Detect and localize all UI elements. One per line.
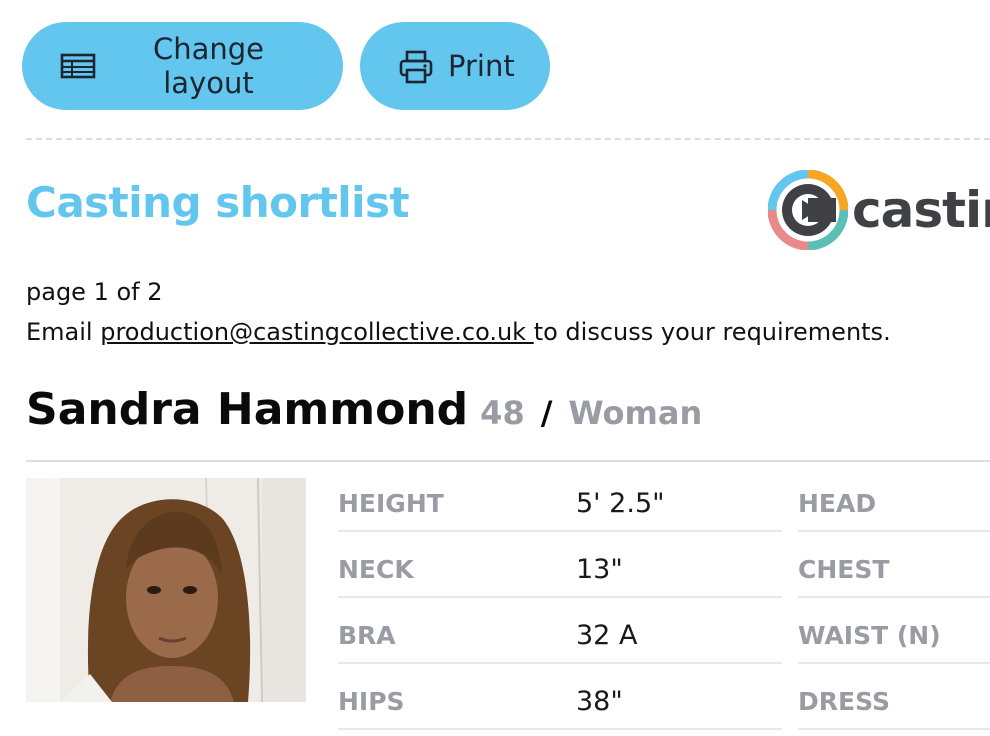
stat-value: 5' 2.5" bbox=[576, 487, 665, 519]
page-indicator: page 1 of 2 bbox=[26, 278, 163, 306]
table-icon bbox=[60, 50, 96, 82]
contact-suffix: to discuss your requirements. bbox=[533, 318, 891, 346]
stat-label: HIPS bbox=[338, 686, 405, 716]
change-layout-button[interactable]: Change layout bbox=[22, 22, 343, 110]
person-heading: Sandra Hammond 48 / Woman bbox=[26, 384, 702, 435]
person-age: 48 bbox=[480, 394, 525, 432]
stat-label: HEIGHT bbox=[338, 488, 444, 518]
casting-logo: castin bbox=[768, 170, 990, 250]
toolbar: Change layout Print bbox=[22, 22, 550, 110]
section-divider bbox=[26, 460, 990, 462]
measurements-table: HEIGHT 5' 2.5" HEAD NECK 13" CHEST BRA 3… bbox=[338, 472, 990, 736]
table-row: NECK 13" CHEST bbox=[338, 538, 990, 604]
person-name: Sandra Hammond bbox=[26, 384, 469, 435]
stat-value: 13" bbox=[576, 553, 623, 585]
stat-label: NECK bbox=[338, 554, 414, 584]
profile-photo bbox=[26, 478, 306, 702]
page-title: Casting shortlist bbox=[26, 178, 410, 227]
stat-label: CHEST bbox=[798, 554, 890, 584]
stat-value: 38" bbox=[576, 685, 623, 717]
meta-info: page 1 of 2 Email production@castingcoll… bbox=[26, 272, 891, 352]
email-link[interactable]: production@castingcollective.co.uk bbox=[100, 318, 533, 346]
stat-label: DRESS bbox=[798, 686, 890, 716]
logo-mark bbox=[768, 170, 848, 250]
stat-value: 32 A bbox=[576, 619, 638, 651]
table-row: HIPS 38" DRESS bbox=[338, 670, 990, 736]
toolbar-divider bbox=[26, 138, 990, 140]
contact-line: Email production@castingcollective.co.uk… bbox=[26, 312, 891, 352]
heading-separator: / bbox=[540, 394, 553, 432]
person-gender: Woman bbox=[568, 394, 703, 432]
stat-label: BRA bbox=[338, 620, 396, 650]
stat-label: WAIST (N) bbox=[798, 620, 941, 650]
stat-label: HEAD bbox=[798, 488, 877, 518]
table-row: BRA 32 A WAIST (N) bbox=[338, 604, 990, 670]
table-row: HEIGHT 5' 2.5" HEAD bbox=[338, 472, 990, 538]
printer-icon bbox=[398, 50, 434, 84]
logo-text: castin bbox=[852, 181, 990, 239]
print-button[interactable]: Print bbox=[360, 22, 550, 110]
change-layout-label: Change layout bbox=[152, 32, 265, 100]
print-label: Print bbox=[448, 49, 515, 83]
contact-prefix: Email bbox=[26, 318, 101, 346]
